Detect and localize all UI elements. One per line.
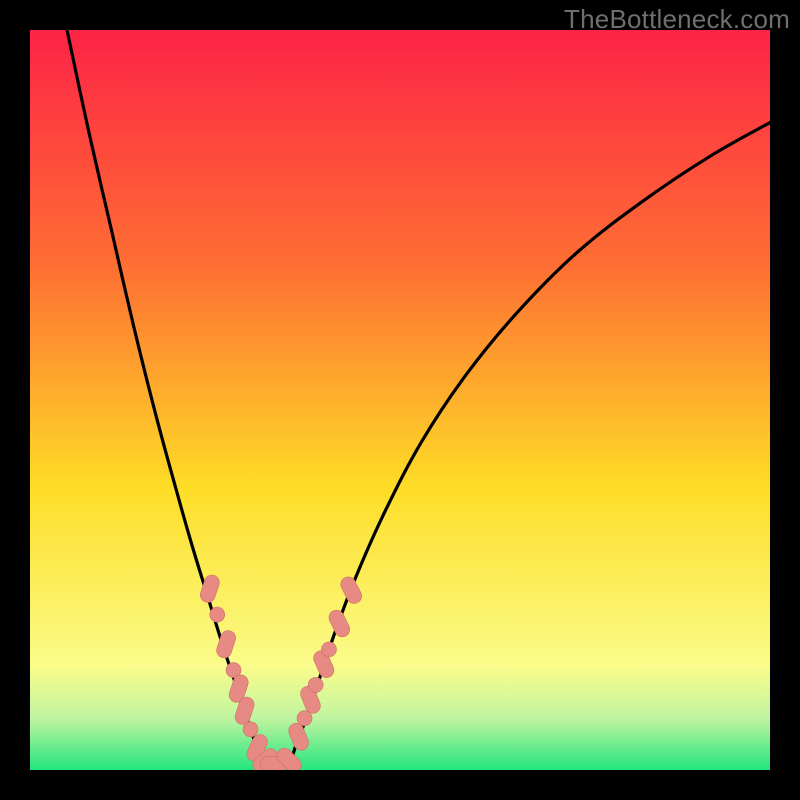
chart-svg xyxy=(30,30,770,770)
data-marker xyxy=(243,722,258,737)
gradient-background xyxy=(30,30,770,770)
data-marker xyxy=(321,642,336,657)
chart-frame: TheBottleneck.com xyxy=(0,0,800,800)
plot-area xyxy=(30,30,770,770)
data-marker xyxy=(308,677,323,692)
data-marker xyxy=(297,711,312,726)
data-marker xyxy=(210,607,225,622)
